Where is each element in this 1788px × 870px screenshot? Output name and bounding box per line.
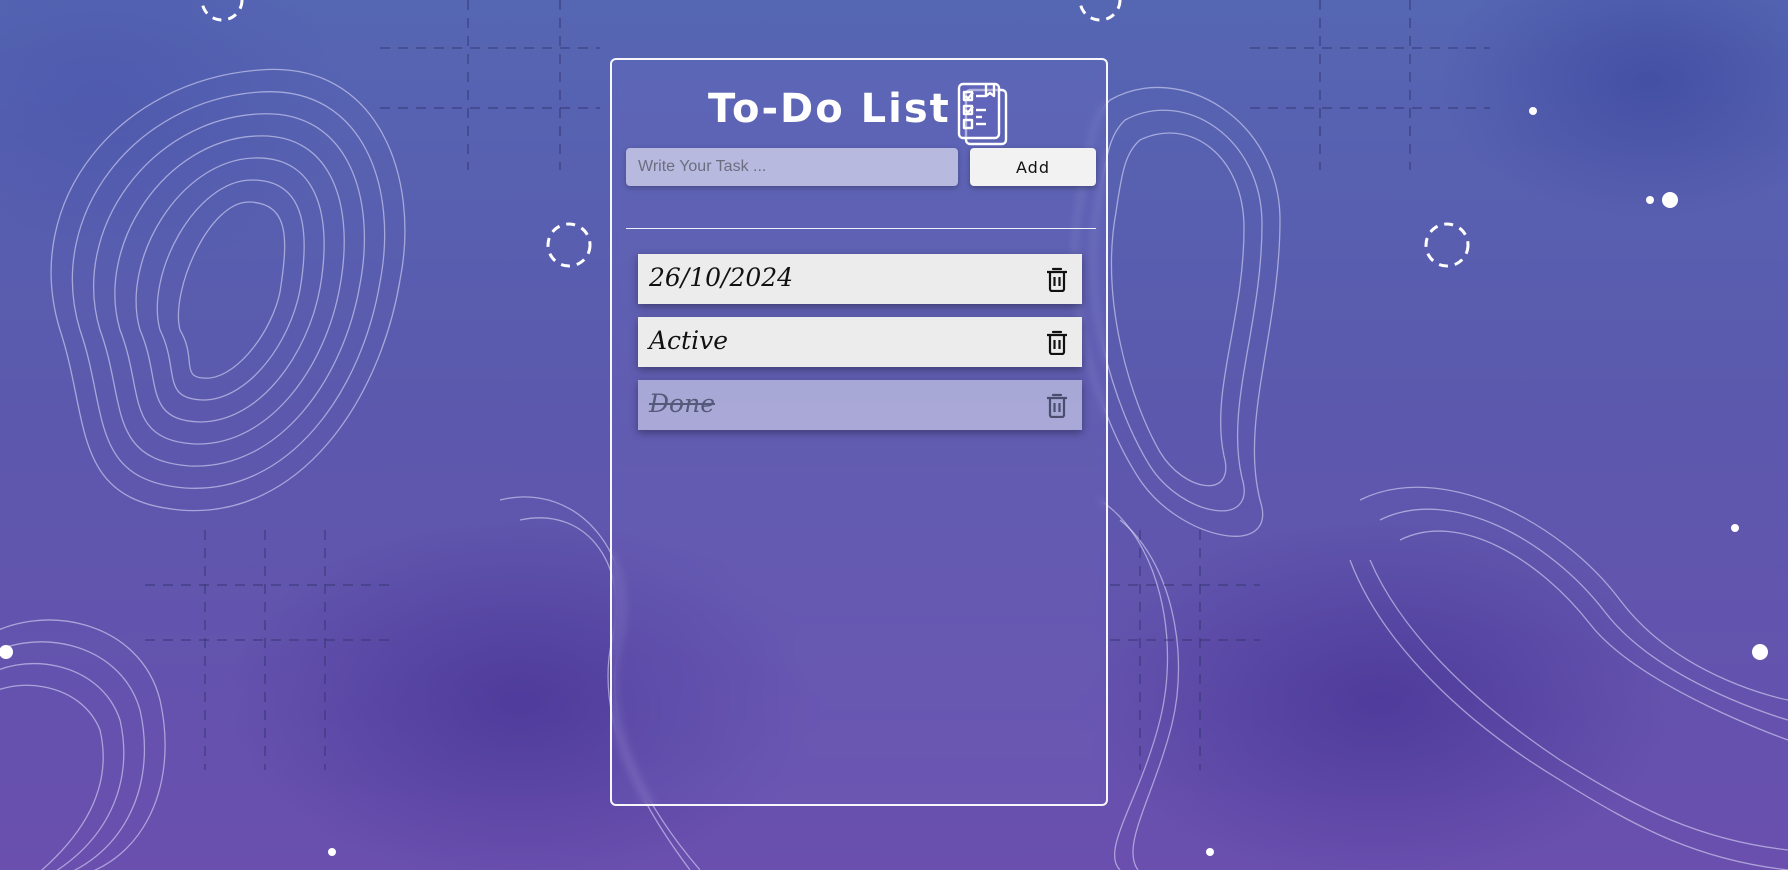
divider [626, 228, 1096, 229]
page-title: To-Do List [708, 86, 951, 132]
task-text: Active [649, 326, 729, 355]
task-item[interactable]: Active [638, 317, 1082, 367]
task-input[interactable] [626, 148, 958, 186]
task-text: Done [649, 389, 715, 418]
trash-icon[interactable] [1046, 329, 1068, 355]
trash-icon[interactable] [1046, 266, 1068, 292]
checklist-clipboard-icon [957, 82, 1008, 146]
task-item[interactable]: 26/10/2024 [638, 254, 1082, 304]
add-button[interactable]: Add [970, 148, 1096, 186]
task-list: 26/10/2024 Active Done [638, 254, 1082, 443]
task-item-completed[interactable]: Done [638, 380, 1082, 430]
todo-card: To-Do List Add 26/10/2024 [610, 58, 1108, 806]
task-input-row: Add [626, 148, 1096, 188]
header: To-Do List [612, 70, 1106, 150]
task-text: 26/10/2024 [649, 263, 794, 292]
trash-icon[interactable] [1046, 392, 1068, 418]
